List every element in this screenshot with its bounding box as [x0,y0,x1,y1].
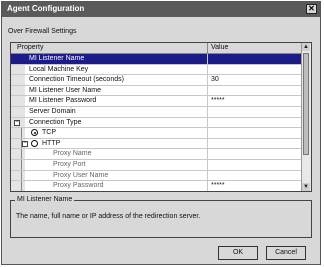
value-divider [207,54,208,64]
title-bar[interactable]: Agent Configuration ✕ [2,2,320,17]
property-value[interactable]: ***** [211,182,225,189]
property-column-header[interactable]: Property [17,44,43,51]
description-caption: MI Listener Name [15,196,75,203]
tree-line [21,159,22,170]
row-gutter [11,64,25,75]
scrollbar-thumb[interactable] [303,53,309,155]
arrow-up-icon[interactable]: ▲ [302,43,310,51]
property-row[interactable]: Proxy Password ***** [11,181,303,191]
row-gutter [11,128,25,138]
value-divider [207,138,208,149]
value-divider [207,96,208,106]
property-name: MI Listener Name [29,55,85,62]
value-divider [207,181,208,191]
property-row[interactable]: Connection Timeout (seconds) 30 [11,75,303,86]
property-rows: MI Listener Name Local Machine Key Connect… [11,54,303,191]
value-divider [207,85,208,96]
property-row[interactable]: MI Listener Name [11,54,303,65]
property-row[interactable]: Local Machine Key [11,64,303,76]
property-name: HTTP [42,139,61,147]
row-gutter [11,96,25,106]
tree-line [21,128,22,138]
row-gutter [11,85,25,96]
property-row[interactable]: Server Domain [11,106,303,118]
row-gutter [11,181,25,191]
property-row[interactable]: MI Listener Password ***** [11,96,303,107]
tree-line [21,170,22,181]
agent-configuration-dialog: Agent Configuration ✕ Over Firewall Sett… [1,1,321,265]
row-gutter [11,159,25,170]
property-name: MI Listener User Name [29,86,101,94]
property-row[interactable]: Proxy User Name [11,170,303,182]
grid-header: Property Value [11,43,303,54]
property-row[interactable]: − Connection Type [11,117,303,129]
property-grid: Property Value MI Listener Name Local Mac… [10,42,312,192]
property-name: Connection Type [29,118,82,126]
row-gutter [11,106,25,117]
arrow-down-icon[interactable]: ▼ [302,183,310,191]
row-gutter [11,54,25,64]
description-box: MI Listener Name The name, full name or … [10,196,312,238]
tree-line [21,149,22,159]
property-value[interactable]: 30 [211,76,219,83]
row-gutter [11,75,25,85]
property-name: MI Listener Password [29,97,97,105]
collapse-toggle-icon[interactable]: − [14,119,20,126]
radio-unselected-icon[interactable] [31,139,38,147]
value-divider [207,149,208,159]
property-row[interactable]: TCP [11,128,303,139]
property-name: Local Machine Key [29,65,89,73]
property-row[interactable]: MI Listener User Name [11,85,303,97]
property-value[interactable]: ***** [211,97,225,104]
dialog-title: Agent Configuration [7,4,85,13]
radio-selected-icon[interactable] [31,129,38,137]
description-text: The name, full name or IP address of the… [16,213,201,220]
property-row[interactable]: − HTTP [11,138,303,150]
ok-button[interactable]: OK [218,246,258,260]
property-row[interactable]: Proxy Port [11,159,303,171]
property-name: Proxy Port [53,160,86,168]
property-name: Proxy Password [53,182,104,190]
property-name: Proxy Name [53,150,92,158]
property-name: TCP [42,129,56,137]
value-column-header[interactable]: Value [211,44,228,51]
cancel-button[interactable]: Cancel [266,246,306,260]
value-divider [207,64,208,75]
vertical-scrollbar[interactable]: ▲ ▼ [301,43,311,191]
property-name: Proxy User Name [53,171,109,179]
column-divider[interactable] [207,43,208,53]
section-title: Over Firewall Settings [8,28,77,35]
property-name: Connection Timeout (seconds) [29,76,124,84]
value-divider [207,159,208,170]
collapse-toggle-icon[interactable]: − [22,140,28,147]
property-row[interactable]: Proxy Name [11,149,303,160]
value-divider [207,128,208,138]
value-divider [207,106,208,117]
row-gutter [11,170,25,181]
row-gutter [11,149,25,159]
value-divider [207,117,208,128]
close-icon[interactable]: ✕ [306,4,317,14]
tree-line [21,181,22,191]
property-name: Server Domain [29,107,76,115]
value-divider [207,170,208,181]
value-divider [207,75,208,85]
